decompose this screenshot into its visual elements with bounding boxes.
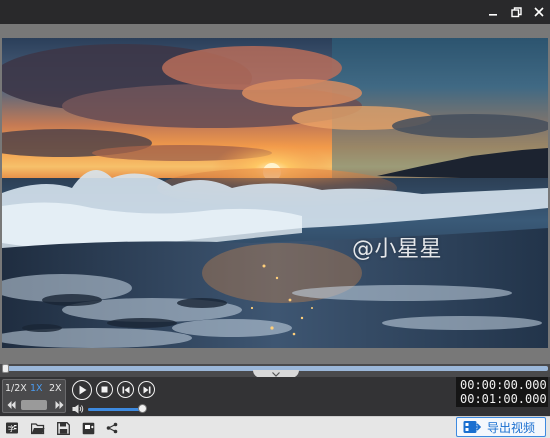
volume-thumb[interactable] bbox=[138, 404, 147, 413]
speed-option-2x[interactable]: 2X bbox=[49, 383, 62, 394]
close-button[interactable] bbox=[531, 4, 547, 20]
restore-button[interactable] bbox=[508, 4, 524, 20]
share-icon bbox=[106, 422, 118, 434]
export-frame-icon bbox=[82, 422, 94, 434]
video-preview[interactable]: @小星星 bbox=[2, 38, 548, 348]
folder-open-icon bbox=[31, 422, 45, 434]
previous-frame-button[interactable] bbox=[117, 381, 134, 398]
export-video-icon bbox=[463, 421, 481, 433]
speed-slider[interactable] bbox=[7, 400, 64, 410]
speed-selector: 1/2X 1X 2X bbox=[2, 379, 66, 413]
volume-level bbox=[88, 408, 142, 411]
video-frame-image bbox=[2, 38, 548, 348]
rewind-icon[interactable] bbox=[7, 400, 16, 410]
previous-frame-icon bbox=[122, 386, 129, 393]
export-frame-button[interactable] bbox=[80, 420, 96, 436]
export-video-button[interactable]: 导出视频 bbox=[456, 417, 546, 437]
save-icon bbox=[56, 421, 70, 435]
speed-option-half[interactable]: 1/2X bbox=[5, 383, 27, 394]
minimize-icon bbox=[489, 14, 497, 16]
stop-button[interactable] bbox=[96, 381, 113, 398]
close-icon bbox=[534, 7, 544, 17]
volume-control[interactable] bbox=[72, 404, 150, 414]
title-bar bbox=[0, 0, 550, 24]
total-time: 00:01:00.000 bbox=[460, 392, 547, 406]
volume-icon[interactable] bbox=[72, 404, 84, 414]
next-frame-icon bbox=[143, 386, 150, 393]
bottom-toolbar: 字 导出视频 bbox=[0, 416, 550, 438]
fast-forward-icon[interactable] bbox=[55, 400, 64, 410]
watermark-text: @小星星 bbox=[352, 237, 443, 262]
speed-option-1x[interactable]: 1X bbox=[30, 383, 43, 394]
timeline-handle[interactable] bbox=[2, 364, 9, 373]
chevron-down-icon bbox=[272, 371, 280, 377]
open-file-button[interactable] bbox=[30, 420, 46, 436]
export-video-label: 导出视频 bbox=[487, 420, 536, 435]
video-frame: @小星星 bbox=[0, 24, 550, 364]
next-frame-button[interactable] bbox=[138, 381, 155, 398]
playback-controls: 1/2X 1X 2X 00:00:00.000 00:01:00.000 bbox=[0, 377, 550, 416]
share-button[interactable] bbox=[104, 420, 120, 436]
timeline[interactable] bbox=[0, 364, 550, 378]
time-display: 00:00:00.000 00:01:00.000 bbox=[456, 377, 548, 407]
svg-text:字: 字 bbox=[8, 424, 15, 433]
subtitle-icon: 字 bbox=[6, 422, 18, 434]
play-button[interactable] bbox=[72, 380, 92, 400]
minimize-button[interactable] bbox=[485, 4, 501, 20]
stop-icon bbox=[101, 386, 108, 393]
restore-icon bbox=[510, 6, 522, 17]
speed-slider-thumb[interactable] bbox=[21, 400, 47, 410]
volume-track[interactable] bbox=[88, 408, 144, 411]
play-icon bbox=[79, 385, 86, 395]
save-button[interactable] bbox=[55, 420, 71, 436]
current-time: 00:00:00.000 bbox=[460, 378, 547, 392]
subtitle-button[interactable]: 字 bbox=[4, 420, 20, 436]
